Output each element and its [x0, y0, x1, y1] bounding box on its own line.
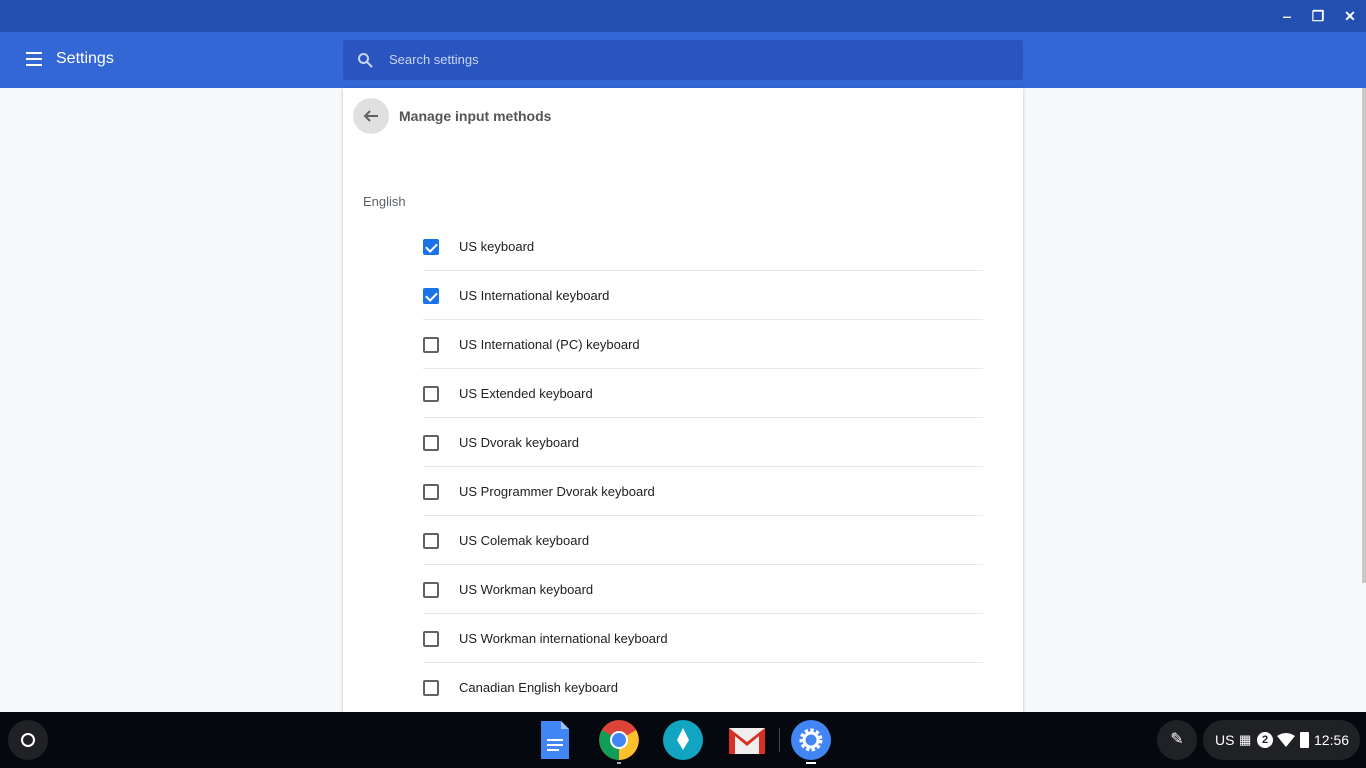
- input-method-label: US Workman international keyboard: [459, 631, 668, 646]
- shelf-divider: [779, 728, 780, 752]
- shelf: ✎ US ▦ 2 12:56: [0, 712, 1366, 768]
- title-bar: ‒ ❐ ✕: [0, 0, 1366, 32]
- battery-icon: [1300, 732, 1309, 748]
- stylus-icon: ✎: [1170, 731, 1184, 748]
- input-method-checkbox[interactable]: [423, 631, 439, 647]
- wifi-icon: [1277, 733, 1295, 750]
- input-method-row[interactable]: US keyboard: [423, 222, 983, 271]
- launcher-button[interactable]: [8, 720, 48, 760]
- input-method-label: US Programmer Dvorak keyboard: [459, 484, 655, 499]
- settings-header: Settings Search settings: [0, 32, 1366, 88]
- input-method-label: US Workman keyboard: [459, 582, 594, 597]
- input-method-label: US Colemak keyboard: [459, 533, 590, 548]
- input-method-checkbox[interactable]: [423, 386, 439, 402]
- menu-icon[interactable]: [26, 52, 42, 66]
- input-method-label: US Extended keyboard: [459, 386, 593, 401]
- language-heading: English: [363, 194, 406, 209]
- input-method-row[interactable]: US Extended keyboard: [423, 369, 983, 418]
- chrome-running-indicator: [617, 762, 621, 764]
- restore-button[interactable]: ❐: [1310, 8, 1326, 24]
- search-icon: [358, 53, 373, 68]
- input-method-checkbox[interactable]: [423, 484, 439, 500]
- input-method-checkbox[interactable]: [423, 288, 439, 304]
- input-method-row[interactable]: US Colemak keyboard: [423, 516, 983, 565]
- docs-app-icon[interactable]: [535, 720, 575, 760]
- ime-indicator: US: [1215, 732, 1235, 748]
- notification-count: 2: [1257, 732, 1273, 748]
- input-method-checkbox[interactable]: [423, 680, 439, 696]
- input-method-row[interactable]: US Dvorak keyboard: [423, 418, 983, 467]
- stylus-button[interactable]: ✎: [1157, 720, 1197, 760]
- input-method-checkbox[interactable]: [423, 239, 439, 255]
- chrome-app-icon[interactable]: [599, 720, 639, 760]
- enterprise-icon: ▦: [1239, 732, 1252, 747]
- input-method-row[interactable]: US International keyboard: [423, 271, 983, 320]
- close-button[interactable]: ✕: [1342, 8, 1358, 24]
- input-method-label: US International (PC) keyboard: [459, 337, 640, 352]
- settings-card: Manage input methods English US keyboard…: [343, 88, 1023, 728]
- arrow-back-icon: [363, 110, 378, 122]
- input-method-label: US keyboard: [459, 239, 535, 254]
- scrollbar[interactable]: [1362, 88, 1366, 583]
- settings-app-icon[interactable]: [791, 720, 831, 760]
- input-method-row[interactable]: US International (PC) keyboard: [423, 320, 983, 369]
- input-method-row[interactable]: Canadian English keyboard: [423, 663, 983, 712]
- input-method-label: Canadian English keyboard: [459, 680, 618, 695]
- clock: 12:56: [1314, 732, 1350, 748]
- back-button[interactable]: [353, 98, 389, 134]
- input-method-label: US Dvorak keyboard: [459, 435, 579, 450]
- input-method-label: US International keyboard: [459, 288, 610, 303]
- minimize-button[interactable]: ‒: [1279, 8, 1295, 24]
- settings-active-indicator: [806, 762, 816, 764]
- search-placeholder: Search settings: [389, 52, 479, 67]
- input-method-checkbox[interactable]: [423, 533, 439, 549]
- pen-app-icon[interactable]: [663, 720, 703, 760]
- status-tray[interactable]: US ▦ 2 12:56: [1203, 720, 1360, 760]
- search-input[interactable]: Search settings: [343, 40, 1023, 80]
- page-title: Manage input methods: [399, 108, 552, 124]
- gmail-app-icon[interactable]: [727, 720, 767, 760]
- app-title: Settings: [56, 50, 114, 67]
- input-method-checkbox[interactable]: [423, 582, 439, 598]
- input-method-row[interactable]: US Workman keyboard: [423, 565, 983, 614]
- input-method-row[interactable]: US Programmer Dvorak keyboard: [423, 467, 983, 516]
- input-method-checkbox[interactable]: [423, 337, 439, 353]
- input-method-row[interactable]: US Workman international keyboard: [423, 614, 983, 663]
- input-method-checkbox[interactable]: [423, 435, 439, 451]
